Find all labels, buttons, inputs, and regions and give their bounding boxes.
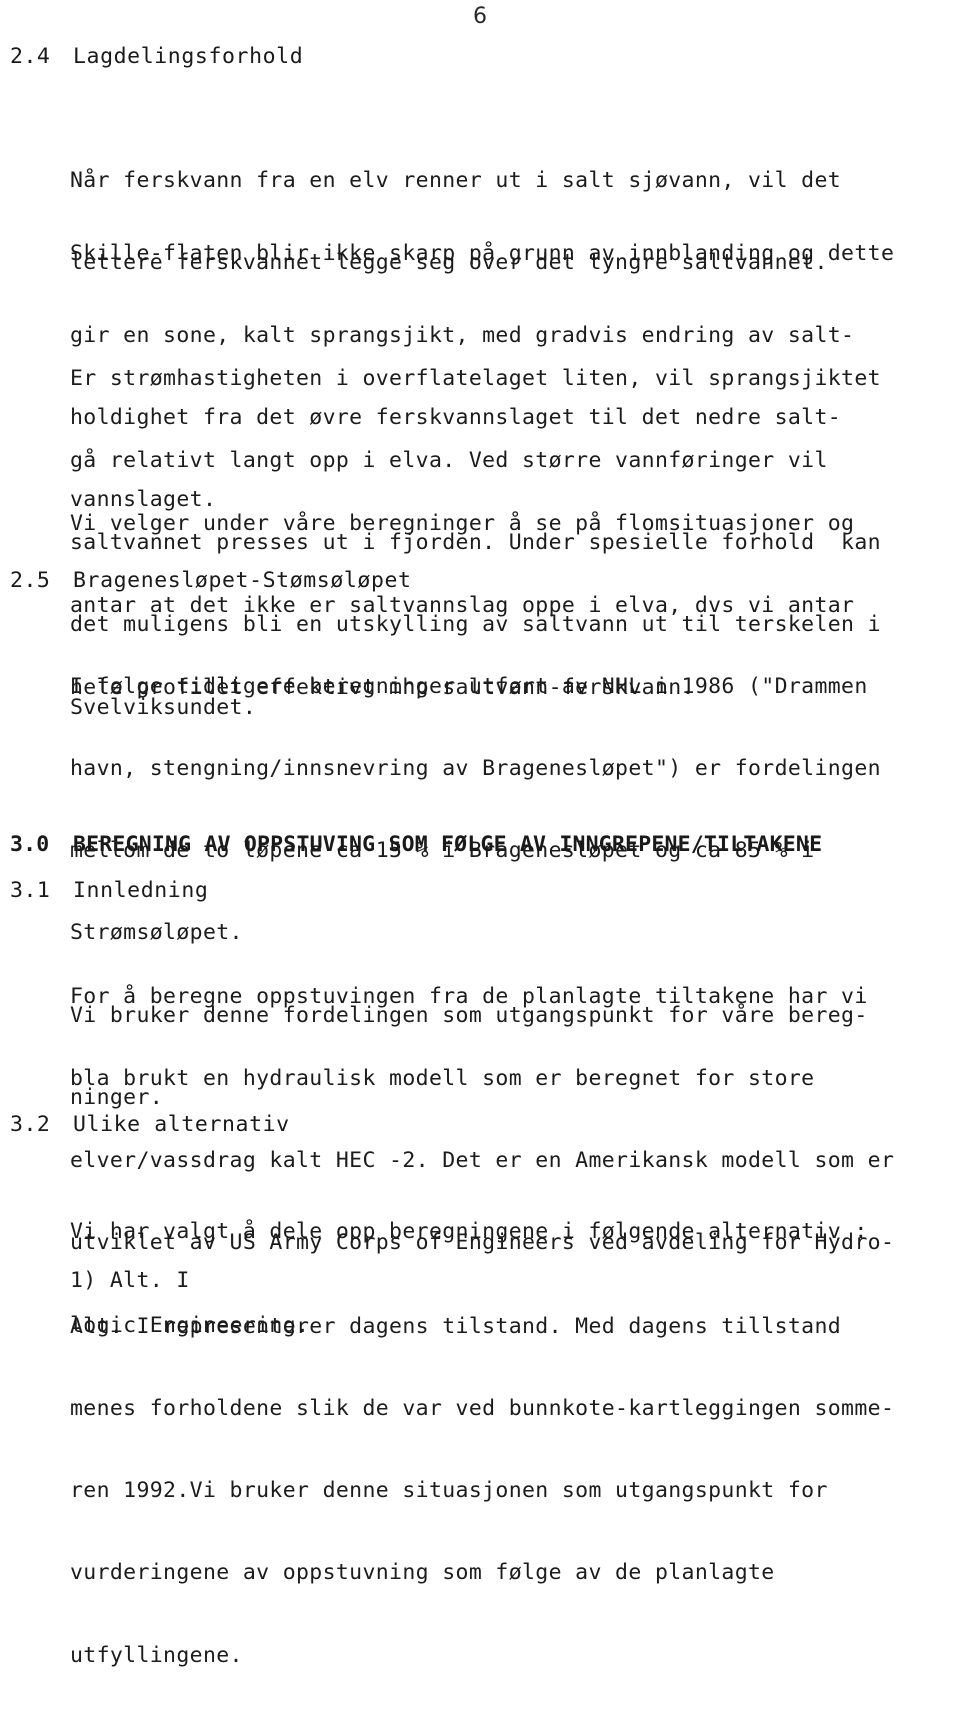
text-line: antar at det ikke er saltvannslag oppe i… <box>70 593 855 619</box>
text-line: For å beregne oppstuvingen fra de planla… <box>70 983 868 1009</box>
section-heading-2-4: 2.4 Lagdelingsforhold <box>10 44 950 69</box>
section-heading-3-1: 3.1 Innledning <box>10 878 950 903</box>
text-line: bla brukt en hydraulisk modell som er be… <box>70 1066 815 1092</box>
page-number: 6 <box>473 4 487 29</box>
text-line: Er strømhastigheten i overflatelaget lit… <box>70 365 881 391</box>
text-line: Alt. I representerer dagens tilstand. Me… <box>70 1313 842 1339</box>
section-number: 3.2 <box>10 1112 51 1137</box>
text-line: havn, stengning/innsnevring av Bragenesl… <box>70 756 881 782</box>
section-title: Bragenesløpet-Stømsøløpet <box>73 568 412 593</box>
section-heading-2-5: 2.5 Bragenesløpet-Stømsøløpet <box>10 568 950 593</box>
text-line: Vi velger under våre beregninger å se på… <box>70 510 855 536</box>
section-number: 2.4 <box>10 44 51 69</box>
section-heading-3-0: 3.0 BEREGNING AV OPPSTUVING SOM FØLGE AV… <box>10 832 950 857</box>
section-title: Innledning <box>73 878 209 903</box>
text-line: utfyllingene. <box>70 1642 243 1668</box>
section-title: BEREGNING AV OPPSTUVING SOM FØLGE AV INN… <box>73 832 823 857</box>
section-title: Ulike alternativ <box>73 1112 290 1137</box>
text-line: menes forholdene slik de var ved bunnkot… <box>70 1396 895 1422</box>
section-title: Lagdelingsforhold <box>73 44 304 69</box>
section-number: 2.5 <box>10 568 51 593</box>
section-number: 3.1 <box>10 878 51 903</box>
text-line: Skille-flaten blir ikke skarp på grunn a… <box>70 240 895 266</box>
text-line: ren 1992.Vi bruker denne situasjonen som… <box>70 1478 828 1504</box>
text-line: I følge tidligere beregninger utført av … <box>70 673 868 699</box>
section-heading-3-2: 3.2 Ulike alternativ <box>10 1112 950 1137</box>
section-number: 3.0 <box>10 832 50 857</box>
paragraph-alt-1-beskrivelse: Alt. I representerer dagens tilstand. Me… <box>70 1258 894 1724</box>
text-line: vurderingene av oppstuvning som følge av… <box>70 1560 775 1586</box>
document-page: 6 2.4 Lagdelingsforhold Når ferskvann fr… <box>0 0 960 1668</box>
